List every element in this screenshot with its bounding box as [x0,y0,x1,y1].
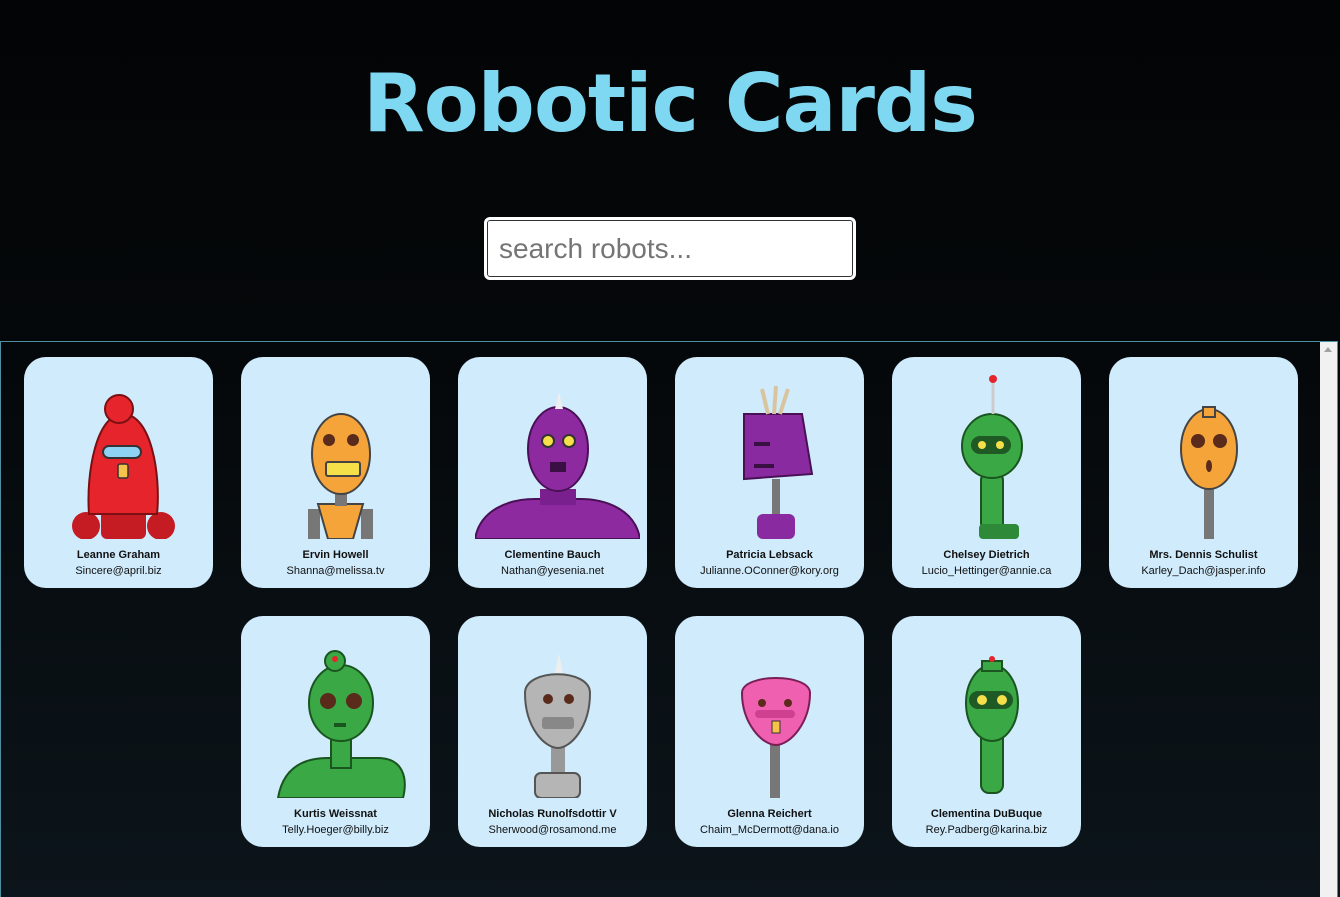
robot-email: Karley_Dach@jasper.info [1141,565,1266,577]
robot-image [1180,406,1238,539]
card-list[interactable]: Leanne Graham Sincere@april.biz Ervin Ho… [0,341,1338,897]
robot-card[interactable]: Clementine Bauch Nathan@yesenia.net [458,357,647,588]
robot-image [276,650,406,798]
robot-name: Glenna Reichert [727,808,812,820]
robot-name: Nicholas Runolfsdottir V [488,808,617,820]
robot-name: Kurtis Weissnat [294,808,377,820]
robot-email: Sincere@april.biz [75,565,162,577]
search-input[interactable] [484,217,856,280]
robot-image [475,392,640,539]
robot-email: Shanna@melissa.tv [286,565,385,577]
robot-image [965,656,1019,794]
robot-email: Rey.Padberg@karina.biz [925,824,1048,836]
robot-card[interactable]: Leanne Graham Sincere@april.biz [24,357,213,588]
robot-card[interactable]: Ervin Howell Shanna@melissa.tv [241,357,430,588]
robot-image [740,677,812,798]
robot-email: Lucio_Hettinger@annie.ca [921,565,1052,577]
robot-card[interactable]: Nicholas Runolfsdottir V Sherwood@rosamo… [458,616,647,847]
scroll-up-arrow-icon[interactable] [1324,347,1332,352]
robot-email: Sherwood@rosamond.me [488,824,617,836]
robot-card[interactable]: Kurtis Weissnat Telly.Hoeger@billy.biz [241,616,430,847]
robot-email: Telly.Hoeger@billy.biz [282,824,389,836]
robot-card[interactable]: Mrs. Dennis Schulist Karley_Dach@jasper.… [1109,357,1298,588]
robot-image [961,375,1023,539]
robot-name: Clementina DuBuque [930,808,1043,820]
robot-image [523,653,592,798]
robot-name: Patricia Lebsack [726,549,813,561]
robot-card[interactable]: Glenna Reichert Chaim_McDermott@dana.io [675,616,864,847]
vertical-scrollbar[interactable] [1320,342,1337,897]
robot-name: Leanne Graham [76,549,161,561]
robot-email: Julianne.OConner@kory.org [700,565,839,577]
robot-name: Ervin Howell [302,549,369,561]
robot-name: Mrs. Dennis Schulist [1149,549,1258,561]
robot-image [743,385,814,539]
robot-name: Chelsey Dietrich [943,549,1030,561]
robot-card[interactable]: Patricia Lebsack Julianne.OConner@kory.o… [675,357,864,588]
robot-image [72,394,175,539]
robot-card[interactable]: Clementina DuBuque Rey.Padberg@karina.bi… [892,616,1081,847]
robot-email: Chaim_McDermott@dana.io [700,824,839,836]
page-title: Robotic Cards [363,57,978,150]
robot-card[interactable]: Chelsey Dietrich Lucio_Hettinger@annie.c… [892,357,1081,588]
robot-email: Nathan@yesenia.net [501,565,604,577]
robot-name: Clementine Bauch [504,549,601,561]
robot-image [308,413,373,539]
